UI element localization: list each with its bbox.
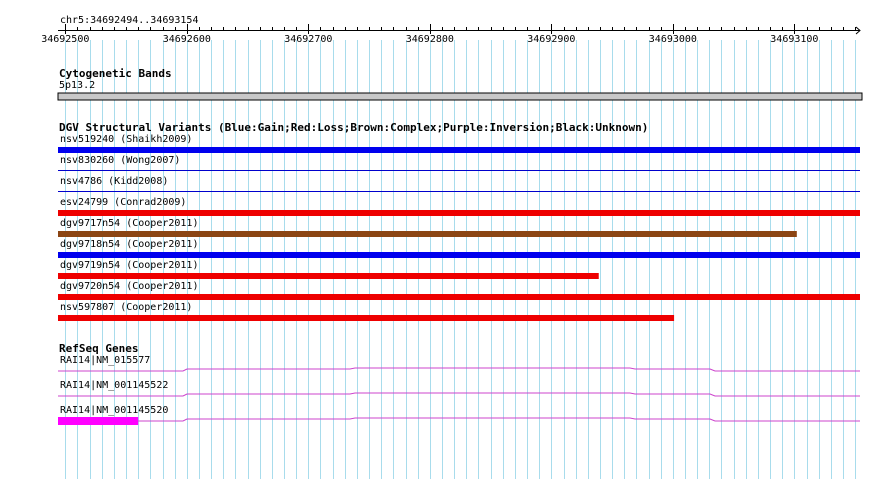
dgv-variant-label[interactable]: dgv9720n54 (Cooper2011) [60, 281, 198, 293]
ruler-tick-label: 34692500 [41, 34, 90, 45]
refseq-gene-label[interactable]: RAI14|NM_001145520 [60, 405, 168, 417]
dgv-variant-label[interactable]: nsv597807 (Cooper2011) [60, 302, 192, 314]
ruler-tick-label: 34693000 [648, 34, 697, 45]
dgv-variant-label[interactable]: nsv519240 (Shaikh2009) [60, 134, 192, 146]
ruler-tick-label: 34692600 [162, 34, 211, 45]
refseq-intron-line[interactable] [58, 367, 860, 372]
refseq-gene-label[interactable]: RAI14|NM_015577 [60, 355, 150, 367]
refseq-gene-label[interactable]: RAI14|NM_001145522 [60, 380, 168, 392]
refseq-intron-line[interactable] [138, 417, 860, 422]
cytoband-label: 5p13.2 [59, 80, 96, 91]
ruler-tick-label: 34692800 [405, 34, 454, 45]
dgv-variant-label[interactable]: nsv830260 (Wong2007) [60, 155, 180, 167]
dgv-variant-bar[interactable] [58, 210, 860, 216]
dgv-variant-label[interactable]: esv24799 (Conrad2009) [60, 197, 186, 209]
dgv-track-title[interactable]: DGV Structural Variants (Blue:Gain;Red:L… [59, 121, 648, 134]
dgv-variant-label[interactable]: dgv9717n54 (Cooper2011) [60, 218, 198, 230]
refseq-track-title[interactable]: RefSeq Genes [59, 342, 138, 355]
ruler-tick-label: 34693100 [770, 34, 819, 45]
region-label: chr5:34692494..34693154 [60, 15, 199, 26]
dgv-variant-bar[interactable] [58, 273, 599, 279]
dgv-variant-bar[interactable] [58, 294, 860, 300]
dgv-variant-label[interactable]: nsv4786 (Kidd2008) [60, 176, 168, 188]
cytoband-bar[interactable] [57, 92, 863, 101]
dgv-variant-bar[interactable] [58, 315, 675, 321]
refseq-exon[interactable] [58, 417, 139, 425]
ruler-tick-label: 34692700 [284, 34, 333, 45]
dgv-variant-bar[interactable] [58, 252, 860, 258]
dgv-variant-label[interactable]: dgv9719n54 (Cooper2011) [60, 260, 198, 272]
refseq-intron-line[interactable] [58, 392, 860, 397]
dgv-variant-bar[interactable] [58, 231, 797, 237]
dgv-variant-label[interactable]: dgv9718n54 (Cooper2011) [60, 239, 198, 251]
dgv-variant-bar[interactable] [58, 147, 860, 153]
ruler-tick-label: 34692900 [527, 34, 576, 45]
cytoband-track-title[interactable]: Cytogenetic Bands [59, 67, 172, 80]
